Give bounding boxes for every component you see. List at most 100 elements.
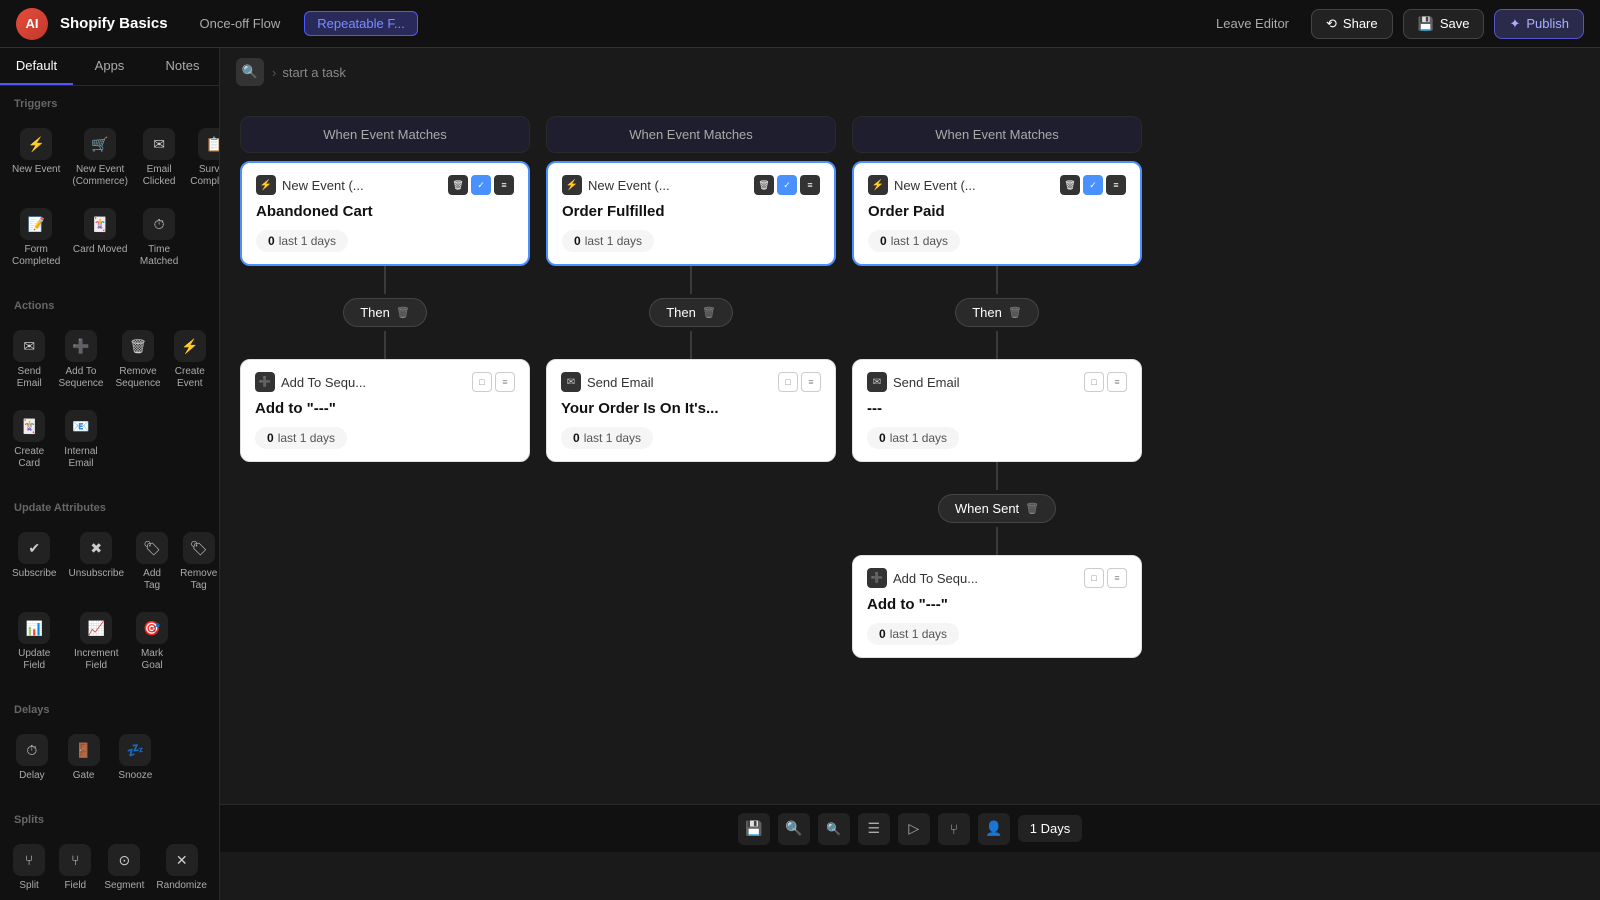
action-card-1-check-button[interactable]: □ <box>472 372 492 392</box>
sidebar-tab-notes[interactable]: Notes <box>146 48 219 85</box>
once-off-flow-tab[interactable]: Once-off Flow <box>188 12 293 35</box>
action-card-3[interactable]: ✉ Send Email □ ≡ --- 0 last 1 days <box>852 359 1142 462</box>
survey-completed-icon: 📋 <box>198 128 220 160</box>
sidebar-item-create-card[interactable]: 🃏 Create Card <box>8 402 50 478</box>
action-card-2-check-button[interactable]: □ <box>778 372 798 392</box>
trigger-card-3-check-button[interactable]: ✓ <box>1083 175 1103 195</box>
segment-label: Segment <box>104 880 144 892</box>
action-card-1-menu-button[interactable]: ≡ <box>495 372 515 392</box>
action-card-1[interactable]: ➕ Add To Sequ... □ ≡ Add to "---" 0 last… <box>240 359 530 462</box>
sidebar-item-add-to-sequence[interactable]: ➕ Add To Sequence <box>54 322 107 398</box>
then-button-2[interactable]: Then 🗑 <box>649 298 733 327</box>
action-card-2-badge: 0 last 1 days <box>561 427 653 449</box>
publish-button[interactable]: ✦ Publish <box>1494 9 1584 39</box>
sidebar-item-form-completed[interactable]: 📝 Form Completed <box>8 200 64 276</box>
sidebar-tab-apps[interactable]: Apps <box>73 48 146 85</box>
sidebar-item-delay[interactable]: ⏱ Delay <box>8 726 56 790</box>
snooze-icon: 💤 <box>119 734 151 766</box>
canvas-topbar: 🔍 › start a task <box>220 48 1600 96</box>
trigger-card-3-badge-text: last 1 days <box>891 234 948 248</box>
trigger-card-2-check-button[interactable]: ✓ <box>777 175 797 195</box>
action-card-2[interactable]: ✉ Send Email □ ≡ Your Order Is On It's..… <box>546 359 836 462</box>
canvas-search-button[interactable]: 🔍 <box>236 58 264 86</box>
connector-line-3b <box>996 331 998 359</box>
toolbar-zoom-out-icon: 🔍 <box>826 822 841 836</box>
toolbar-play-button[interactable]: ▷ <box>898 813 930 845</box>
sidebar-item-subscribe[interactable]: ✔ Subscribe <box>8 524 60 600</box>
trigger-card-3[interactable]: ⚡ New Event (... 🗑 ✓ ≡ Order Paid 0 last <box>852 161 1142 266</box>
then-trash-icon-1: 🗑 <box>396 306 410 319</box>
trigger-card-1-check-button[interactable]: ✓ <box>471 175 491 195</box>
sub-action-card-3[interactable]: ➕ Add To Sequ... □ ≡ Add to "---" 0 last… <box>852 555 1142 658</box>
when-event-matches-header-1: When Event Matches <box>240 116 530 153</box>
sidebar-tab-default[interactable]: Default <box>0 48 73 85</box>
sidebar-item-add-tag[interactable]: 🏷 Add Tag <box>132 524 172 600</box>
toolbar-save-button[interactable]: 💾 <box>738 813 770 845</box>
trigger-card-1-trash-button[interactable]: 🗑 <box>448 175 468 195</box>
sidebar-item-update-field[interactable]: 📊 Update Field <box>8 604 60 680</box>
sidebar-item-gate[interactable]: 🚪 Gate <box>60 726 108 790</box>
sidebar-item-email-clicked[interactable]: ✉ Email Clicked <box>136 120 182 196</box>
add-tag-label: Add Tag <box>136 568 168 592</box>
sidebar-item-field-split[interactable]: ⑂ Field <box>54 836 96 900</box>
sidebar-item-increment-field[interactable]: 📈 Increment Field <box>64 604 128 680</box>
remove-sequence-label: Remove Sequence <box>116 366 161 390</box>
repeatable-flow-tab[interactable]: Repeatable F... <box>304 11 417 36</box>
sidebar-item-randomize[interactable]: ✕ Randomize <box>152 836 211 900</box>
toolbar-list-button[interactable]: ☰ <box>858 813 890 845</box>
app-logo: AI <box>16 8 48 40</box>
action-card-3-actions: □ ≡ <box>1084 372 1127 392</box>
toolbar-branch-button[interactable]: ⑂ <box>938 813 970 845</box>
sidebar-item-segment[interactable]: ⊙ Segment <box>100 836 148 900</box>
action-card-3-check-button[interactable]: □ <box>1084 372 1104 392</box>
flow-column-3: When Event Matches ⚡ New Event (... 🗑 ✓ … <box>852 116 1142 658</box>
trigger-card-1[interactable]: ⚡ New Event (... 🗑 ✓ ≡ Abandoned Cart 0 … <box>240 161 530 266</box>
sidebar-item-mark-goal[interactable]: 🎯 Mark Goal <box>132 604 172 680</box>
action-card-2-title: Send Email <box>587 375 772 390</box>
then-button-3[interactable]: Then 🗑 <box>955 298 1039 327</box>
trigger-card-3-trash-button[interactable]: 🗑 <box>1060 175 1080 195</box>
remove-sequence-icon: 🗑 <box>122 330 154 362</box>
sidebar-item-card-moved[interactable]: 🃏 Card Moved <box>68 200 132 276</box>
sub-action-card-3-menu-button[interactable]: ≡ <box>1107 568 1127 588</box>
sidebar-item-send-email[interactable]: ✉ Send Email <box>8 322 50 398</box>
trigger-card-2[interactable]: ⚡ New Event (... 🗑 ✓ ≡ Order Fulfilled 0 <box>546 161 836 266</box>
trigger-card-2-header: ⚡ New Event (... 🗑 ✓ ≡ <box>562 175 820 195</box>
sub-action-card-3-check-button[interactable]: □ <box>1084 568 1104 588</box>
trigger-card-1-menu-button[interactable]: ≡ <box>494 175 514 195</box>
form-completed-icon: 📝 <box>20 208 52 240</box>
sidebar-item-new-event-commerce[interactable]: 🛒 New Event (Commerce) <box>68 120 132 196</box>
toolbar-zoom-out-button[interactable]: 🔍 <box>818 813 850 845</box>
leave-editor-button[interactable]: Leave Editor <box>1204 10 1301 37</box>
sidebar-item-unsubscribe[interactable]: ✖ Unsubscribe <box>64 524 128 600</box>
split-label: Split <box>19 880 38 892</box>
action-card-2-menu-button[interactable]: ≡ <box>801 372 821 392</box>
update-field-icon: 📊 <box>18 612 50 644</box>
delays-grid: ⏱ Delay 🚪 Gate 💤 Snooze <box>0 722 219 802</box>
sidebar-item-survey-completed[interactable]: 📋 Survey Completed <box>186 120 220 196</box>
then-button-1[interactable]: Then 🗑 <box>343 298 427 327</box>
toolbar-zoom-in-button[interactable]: 🔍 <box>778 813 810 845</box>
sidebar-item-internal-email[interactable]: 📧 Internal Email <box>54 402 107 478</box>
sidebar-item-remove-tag[interactable]: 🏷 Remove Tag <box>176 524 220 600</box>
action-card-3-badge: 0 last 1 days <box>867 427 959 449</box>
action-card-2-icon: ✉ <box>561 372 581 392</box>
add-to-sequence-icon: ➕ <box>65 330 97 362</box>
sidebar-item-snooze[interactable]: 💤 Snooze <box>112 726 160 790</box>
delays-section-label: Delays <box>0 692 219 722</box>
share-button[interactable]: ⟲ Share <box>1311 9 1393 39</box>
sidebar-item-split[interactable]: ⑂ Split <box>8 836 50 900</box>
delay-label: Delay <box>19 770 45 782</box>
trigger-card-2-trash-button[interactable]: 🗑 <box>754 175 774 195</box>
trigger-card-3-menu-button[interactable]: ≡ <box>1106 175 1126 195</box>
trigger-card-2-menu-button[interactable]: ≡ <box>800 175 820 195</box>
action-card-3-menu-button[interactable]: ≡ <box>1107 372 1127 392</box>
sidebar-item-time-matched[interactable]: ⏱ Time Matched <box>136 200 182 276</box>
when-sent-button[interactable]: When Sent 🗑 <box>938 494 1056 523</box>
sidebar-item-new-event[interactable]: ⚡ New Event <box>8 120 64 196</box>
sidebar-item-remove-sequence[interactable]: 🗑 Remove Sequence <box>112 322 165 398</box>
save-button[interactable]: 💾 Save <box>1403 9 1485 39</box>
sub-action-card-3-badge-text: last 1 days <box>890 627 947 641</box>
sidebar-item-create-event[interactable]: ⚡ Create Event <box>169 322 211 398</box>
toolbar-person-button[interactable]: 👤 <box>978 813 1010 845</box>
